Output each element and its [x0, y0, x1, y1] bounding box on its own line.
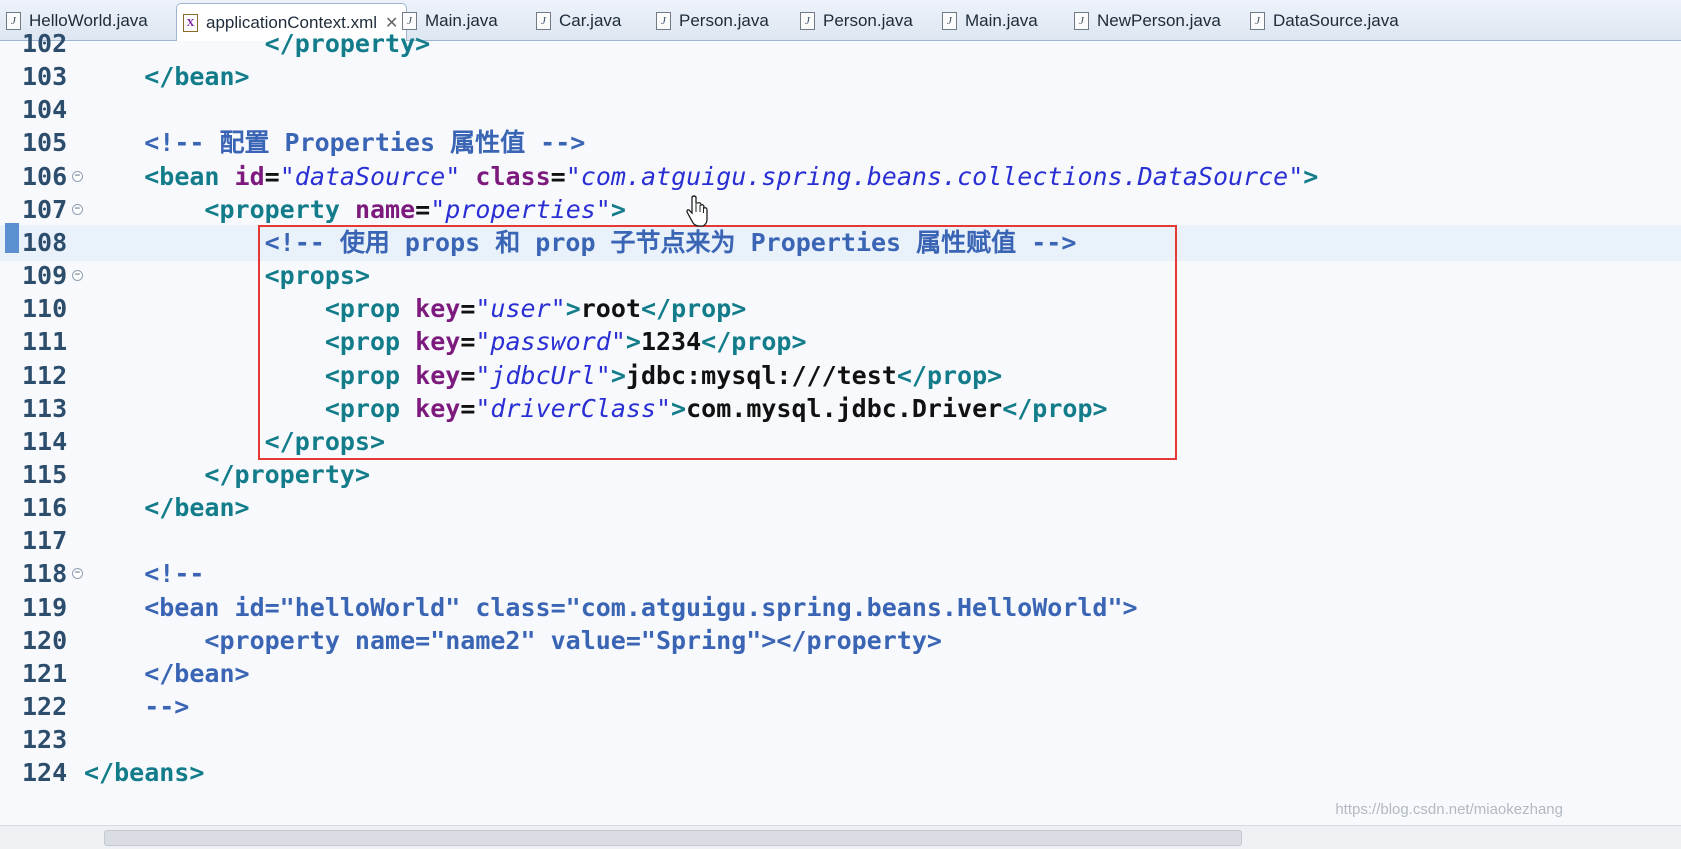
code-text: <prop key="user">root</prop>: [324, 294, 747, 324]
horizontal-scrollbar[interactable]: [0, 825, 1681, 849]
code-text: <property name="name2" value="Spring"></…: [84, 625, 942, 655]
code-line[interactable]: 120 <property name="name2" value="Spring…: [0, 623, 1681, 659]
code-line[interactable]: 116 </bean>: [0, 490, 1681, 526]
code-text: </property>: [264, 29, 431, 58]
code-text: <!-- 配置 Properties 属性值 -->: [144, 128, 586, 158]
fold-toggle-icon[interactable]: −: [72, 568, 83, 580]
line-number: 105: [22, 128, 68, 158]
code-line[interactable]: 124 </beans>: [0, 755, 1681, 791]
line-number: 117: [22, 526, 68, 556]
line-number: 113: [22, 393, 68, 423]
scrollbar-thumb[interactable]: [104, 830, 1242, 846]
code-text: </beans>: [84, 758, 205, 788]
line-number: 104: [22, 95, 68, 125]
line-number: 108: [22, 227, 68, 257]
line-number: 106: [22, 161, 68, 191]
code-text: </props>: [264, 426, 386, 456]
fold-toggle-icon[interactable]: −: [72, 203, 83, 215]
fold-toggle-icon[interactable]: −: [72, 170, 83, 182]
code-line[interactable]: 106− <bean id="dataSource" class="com.at…: [0, 159, 1681, 195]
current-line-marker: [5, 223, 19, 253]
hand-cursor-icon: [686, 195, 708, 227]
code-text: <prop key="password">1234</prop>: [324, 327, 807, 357]
line-number: 109: [22, 261, 68, 291]
code-line[interactable]: 107− <property name="properties">: [0, 192, 1681, 228]
code-line[interactable]: 103 </bean>: [0, 59, 1681, 95]
code-line[interactable]: 117: [0, 523, 1681, 559]
code-text: </bean>: [144, 493, 250, 523]
code-line[interactable]: 102 </property>: [0, 26, 1681, 62]
line-number: 115: [22, 459, 68, 489]
fold-toggle-icon[interactable]: −: [72, 270, 83, 282]
line-number: 119: [22, 592, 68, 622]
line-number: 112: [22, 360, 68, 390]
line-number: 124: [22, 758, 68, 788]
code-text: </bean>: [144, 62, 250, 92]
code-line[interactable]: 104: [0, 92, 1681, 128]
line-number: 122: [22, 692, 68, 721]
code-text: <props>: [264, 261, 370, 291]
code-line[interactable]: 110 <prop key="user">root</prop>: [0, 291, 1681, 327]
code-text: <prop key="jdbcUrl">jdbc:mysql:///test</…: [324, 360, 1003, 390]
code-line[interactable]: 123: [0, 722, 1681, 758]
xml-code-editor[interactable]: 102 </property> 103 </bean> 104 105 <!-- 配置…: [0, 29, 1681, 849]
code-text: <!--: [144, 559, 205, 589]
code-text: <property name="properties">: [204, 194, 626, 224]
code-text: <bean id="dataSource" class="com.atguigu…: [144, 161, 1319, 191]
line-number: 116: [22, 493, 68, 523]
code-line[interactable]: 122 -->: [0, 689, 1681, 725]
line-number: 103: [22, 62, 68, 92]
line-number: 120: [22, 625, 68, 655]
code-line[interactable]: 119 <bean id="helloWorld" class="com.atg…: [0, 590, 1681, 626]
code-text: <prop key="driverClass">com.mysql.jdbc.D…: [324, 393, 1108, 423]
watermark-text: https://blog.csdn.net/miaokezhang: [1335, 801, 1563, 818]
line-number: 111: [22, 327, 68, 357]
code-line[interactable]: 114 </props>: [0, 424, 1681, 460]
line-number: 110: [22, 294, 68, 324]
code-line[interactable]: 109− <props>: [0, 258, 1681, 294]
code-text: <!-- 使用 props 和 prop 子节点来为 Properties 属性…: [264, 227, 1077, 257]
code-line[interactable]: 118− <!--: [0, 556, 1681, 592]
code-text: -->: [84, 692, 190, 721]
line-number: 114: [22, 426, 68, 456]
line-number: 107: [22, 194, 68, 224]
line-number: 121: [22, 658, 68, 688]
code-line[interactable]: 115 </property>: [0, 457, 1681, 493]
code-text: </property>: [204, 459, 370, 489]
code-line[interactable]: 105 <!-- 配置 Properties 属性值 -->: [0, 125, 1681, 161]
code-line[interactable]: 112 <prop key="jdbcUrl">jdbc:mysql:///te…: [0, 358, 1681, 394]
code-text: <bean id="helloWorld" class="com.atguigu…: [84, 592, 1138, 622]
line-number: 102: [22, 29, 68, 58]
code-text: </bean>: [84, 658, 250, 688]
code-line[interactable]: 111 <prop key="password">1234</prop>: [0, 324, 1681, 360]
line-number: 118: [22, 559, 68, 589]
line-number: 123: [22, 725, 68, 755]
code-line[interactable]: 113 <prop key="driverClass">com.mysql.jd…: [0, 391, 1681, 427]
code-line[interactable]: 108 <!-- 使用 props 和 prop 子节点来为 Propertie…: [0, 224, 1681, 261]
code-line[interactable]: 121 </bean>: [0, 656, 1681, 692]
